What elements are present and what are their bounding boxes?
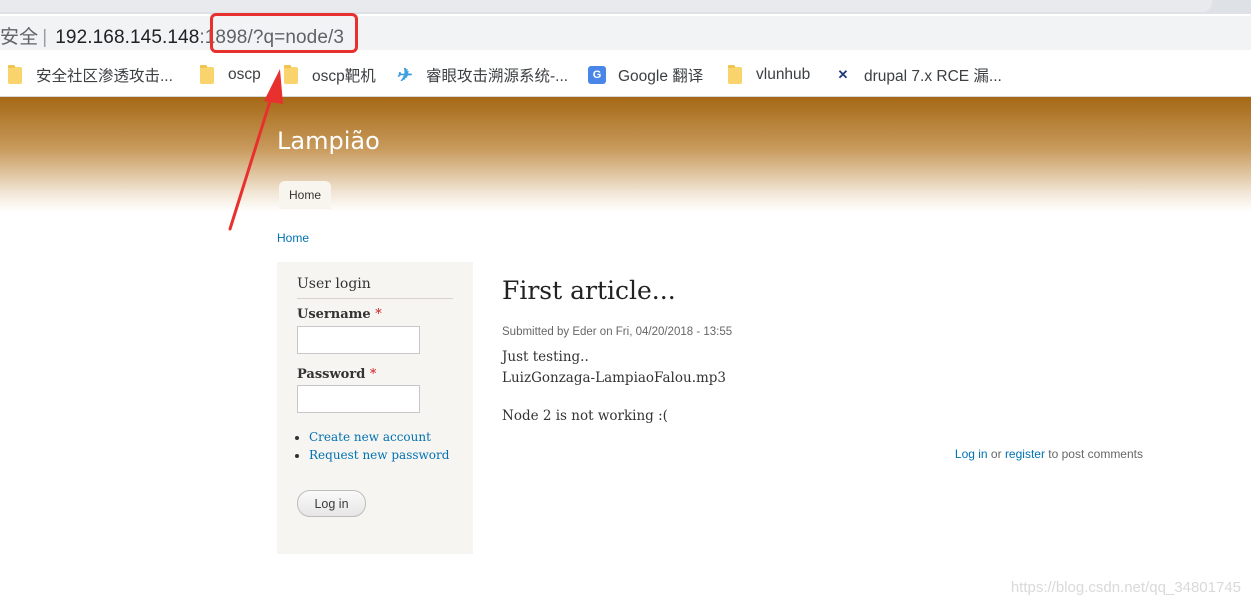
annotation-arrow-icon <box>228 69 283 231</box>
